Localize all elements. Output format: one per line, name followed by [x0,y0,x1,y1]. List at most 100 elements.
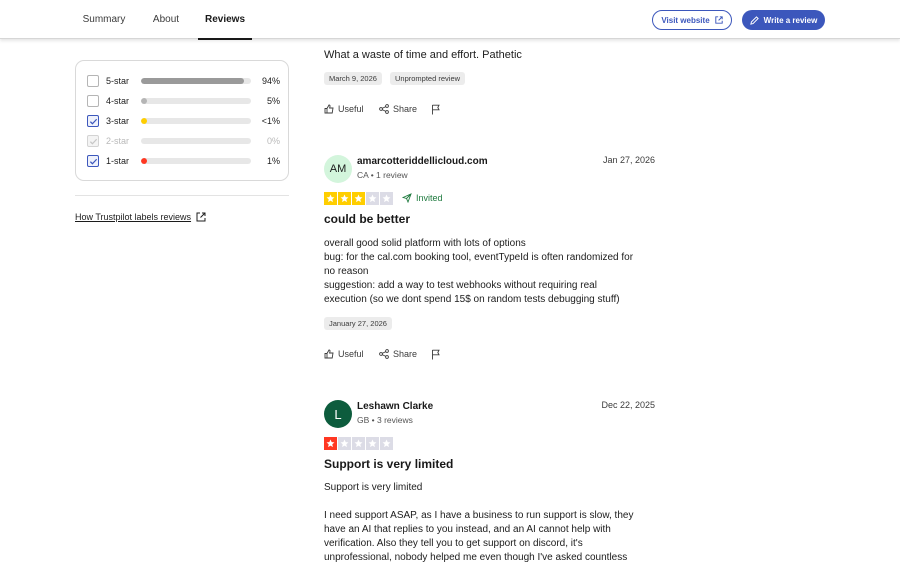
external-link-icon [196,212,206,222]
filter-percent-5-star: 94% [261,76,280,86]
useful-label: Useful [338,104,364,114]
star-icon [380,437,393,450]
review-body-line: suggestion: add a way to test webhooks w… [324,280,597,291]
reviewer-meta: CA • 1 review [357,170,408,180]
share-button[interactable]: Share [379,104,417,114]
review-body-line: verification. Also they tell you to get … [324,538,583,549]
rating-bar-5-star [141,78,251,84]
share-label: Share [393,104,418,114]
avatar: L [324,400,352,428]
review-date: Jan 27, 2026 [602,155,655,165]
avatar: AM [324,155,352,183]
star-filter-panel: 5-star 94% 4-star 5% 3-star <1% 2-star 0… [75,60,289,181]
reviewer-name[interactable]: amarcotteriddellicloud.com [357,156,488,167]
external-link-icon [714,16,723,24]
tab-about[interactable]: About [143,0,189,39]
review-title[interactable]: could be better [324,212,410,226]
checkmark-icon [89,138,97,145]
review-date-badge: January 27, 2026 [324,317,392,330]
flag-button[interactable] [431,104,441,115]
share-icon [379,349,389,359]
filter-label-2-star: 2-star [106,136,130,146]
rating-bar-fill [141,98,147,104]
filter-percent-2-star: 0% [266,136,280,146]
rating-bar-1-star [141,158,251,164]
star-icon [338,437,351,450]
review-body-line: Support is very limited [324,482,423,493]
thumbs-up-icon [324,349,334,359]
write-review-button[interactable]: Write a review [742,10,825,30]
tab-reviews[interactable]: Reviews [198,0,252,40]
share-button[interactable]: Share [379,349,417,359]
star-icon [380,192,393,205]
star-icon [352,437,365,450]
visit-website-label: Visit website [661,15,710,25]
useful-button[interactable]: Useful [324,349,364,359]
checkbox-1-star[interactable] [87,155,99,167]
filter-row-1-star[interactable]: 1-star 1% [87,154,280,168]
filter-row-3-star[interactable]: 3-star <1% [87,114,280,128]
star-icon [338,192,351,205]
useful-button[interactable]: Useful [324,104,364,114]
review-body-line: execution (so we dont spend 15$ on rando… [324,294,620,305]
rating-bar-fill [141,78,245,84]
flag-icon [432,349,440,360]
checkbox-5-star[interactable] [87,75,99,87]
paper-plane-icon [402,193,412,203]
how-trustpilot-labels-link[interactable]: How Trustpilot labels reviews [75,212,206,222]
top-nav-bar: Summary About Reviews Visit website Writ… [0,0,900,40]
invited-text: Invited [416,193,443,203]
star-icon [366,437,379,450]
filter-percent-1-star: 1% [266,156,280,166]
rating-bar-fill [141,118,147,124]
filter-row-5-star[interactable]: 5-star 94% [87,74,280,88]
review-body-line: have an AI that replies to you instead, … [324,524,611,535]
review-body-line: unprofessional, nobody helped me even th… [324,552,628,563]
checkmark-icon [89,118,97,125]
invited-label: Invited [402,193,443,203]
write-review-label: Write a review [763,15,818,25]
review-body-line: overall good solid platform with lots of… [324,238,526,249]
star-rating [324,192,393,205]
rating-bar-fill [141,158,147,164]
checkbox-4-star[interactable] [87,95,99,107]
reviewer-meta: GB • 3 reviews [357,415,413,425]
filter-row-4-star[interactable]: 4-star 5% [87,94,280,108]
star-icon [352,192,365,205]
sidebar-divider [75,195,289,196]
filter-label-4-star: 4-star [106,96,130,106]
pencil-icon [749,15,759,25]
checkbox-2-star [87,135,99,147]
thumbs-up-icon [324,104,334,114]
share-icon [379,104,389,114]
star-icon [324,437,337,450]
filter-percent-3-star: <1% [261,116,280,126]
checkbox-3-star[interactable] [87,115,99,127]
rating-bar-2-star [141,138,251,144]
share-label: Share [393,349,418,359]
rating-bar-4-star [141,98,251,104]
review-body-line: bug: for the cal.com booking tool, event… [324,252,634,263]
flag-button[interactable] [431,349,441,360]
unprompted-review-tag: Unprompted review [390,72,466,85]
review-date-badge: March 9, 2026 [324,72,382,85]
checkmark-icon [89,158,97,165]
reviewer-name[interactable]: Leshawn Clarke [357,401,433,412]
review-body-line: no reason [324,266,369,277]
visit-website-button[interactable]: Visit website [652,10,732,30]
rating-bar-3-star [141,118,251,124]
star-rating [324,437,393,450]
tab-summary[interactable]: Summary [75,0,133,39]
filter-label-1-star: 1-star [106,156,130,166]
filter-row-2-star: 2-star 0% [87,134,280,148]
star-icon [324,192,337,205]
review-date: Dec 22, 2025 [601,400,655,410]
star-icon [366,192,379,205]
review-title[interactable]: Support is very limited [324,457,453,471]
flag-icon [432,104,440,115]
filter-percent-4-star: 5% [266,96,280,106]
useful-label: Useful [338,349,364,359]
filter-label-3-star: 3-star [106,116,130,126]
labels-link-text: How Trustpilot labels reviews [75,212,192,222]
review-body-line: I need support ASAP, as I have a busines… [324,510,634,521]
